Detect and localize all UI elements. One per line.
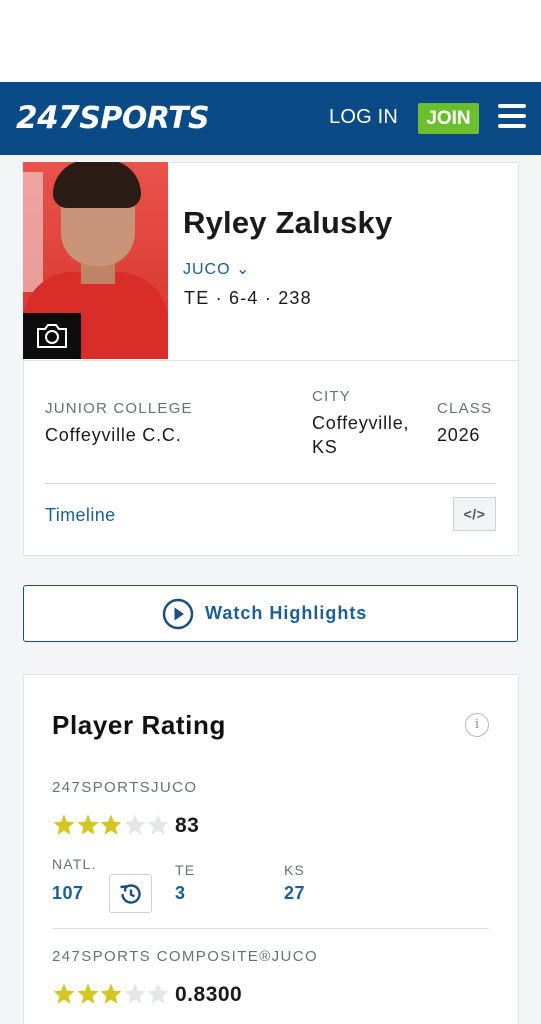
star-filled-icon <box>53 814 75 835</box>
school-value: Coffeyville C.C. <box>45 425 182 445</box>
composite-score: 0.8300 <box>175 983 243 1006</box>
star-filled-icon <box>53 983 75 1004</box>
timeline-link[interactable]: Timeline <box>45 505 116 526</box>
star-empty-icon <box>124 814 145 835</box>
player-measurements: TE · 6-4 · 238 <box>184 288 312 308</box>
history-icon <box>120 884 141 904</box>
composite-juco-label: 247SPORTS COMPOSITE®JUCO <box>52 948 319 965</box>
hamburger-menu-icon[interactable] <box>498 104 526 130</box>
join-button[interactable]: JOIN <box>418 103 479 134</box>
city-label: CITY <box>312 388 351 405</box>
player-name: Ryley Zalusky <box>183 205 393 240</box>
class-label: CLASS <box>437 400 493 417</box>
camera-icon[interactable] <box>23 313 81 359</box>
info-icon[interactable]: i <box>465 713 489 737</box>
login-link[interactable]: LOG IN <box>329 106 398 129</box>
star-rating-composite <box>52 982 172 1006</box>
national-rank-value[interactable]: 107 <box>52 883 84 904</box>
star-filled-icon <box>77 983 98 1004</box>
star-empty-icon <box>147 983 169 1004</box>
watch-highlights-label: Watch Highlights <box>205 603 368 623</box>
247sports-juco-label: 247SPORTSJUCO <box>52 779 198 796</box>
247sports-score: 83 <box>175 814 200 837</box>
city-value-line1: Coffeyville, <box>312 413 410 433</box>
class-value: 2026 <box>437 425 481 445</box>
player-rating-title: Player Rating <box>52 710 226 740</box>
star-empty-icon <box>147 814 169 835</box>
city-value-line2: KS <box>312 437 338 457</box>
play-circle-icon <box>162 598 194 630</box>
history-button[interactable] <box>109 874 152 913</box>
logo-text: SPORTS <box>79 101 210 136</box>
star-empty-icon <box>124 983 145 1004</box>
state-rank-label: KS <box>284 862 306 878</box>
embed-code-button[interactable]: </> <box>453 497 496 531</box>
star-filled-icon <box>100 983 122 1004</box>
divider <box>24 360 518 361</box>
level-label: JUCO <box>183 261 231 278</box>
position-rank-value[interactable]: 3 <box>175 883 186 904</box>
watch-highlights-button[interactable]: Watch Highlights <box>23 585 518 642</box>
status-bar-area <box>0 0 541 82</box>
national-rank-label: NATL. <box>52 856 97 872</box>
chevron-down-icon: ⌄ <box>236 261 251 278</box>
star-rating-247sports <box>52 813 172 837</box>
star-filled-icon <box>77 814 98 835</box>
star-filled-icon <box>100 814 122 835</box>
school-label: JUNIOR COLLEGE <box>45 400 193 417</box>
divider <box>52 928 489 929</box>
logo-number: 247 <box>16 100 80 136</box>
247sports-logo[interactable]: 247SPORTS <box>16 100 210 136</box>
state-rank-value[interactable]: 27 <box>284 883 305 904</box>
level-dropdown[interactable]: JUCO ⌄ <box>183 259 250 279</box>
position-rank-label: TE <box>175 862 196 878</box>
divider <box>45 483 496 484</box>
